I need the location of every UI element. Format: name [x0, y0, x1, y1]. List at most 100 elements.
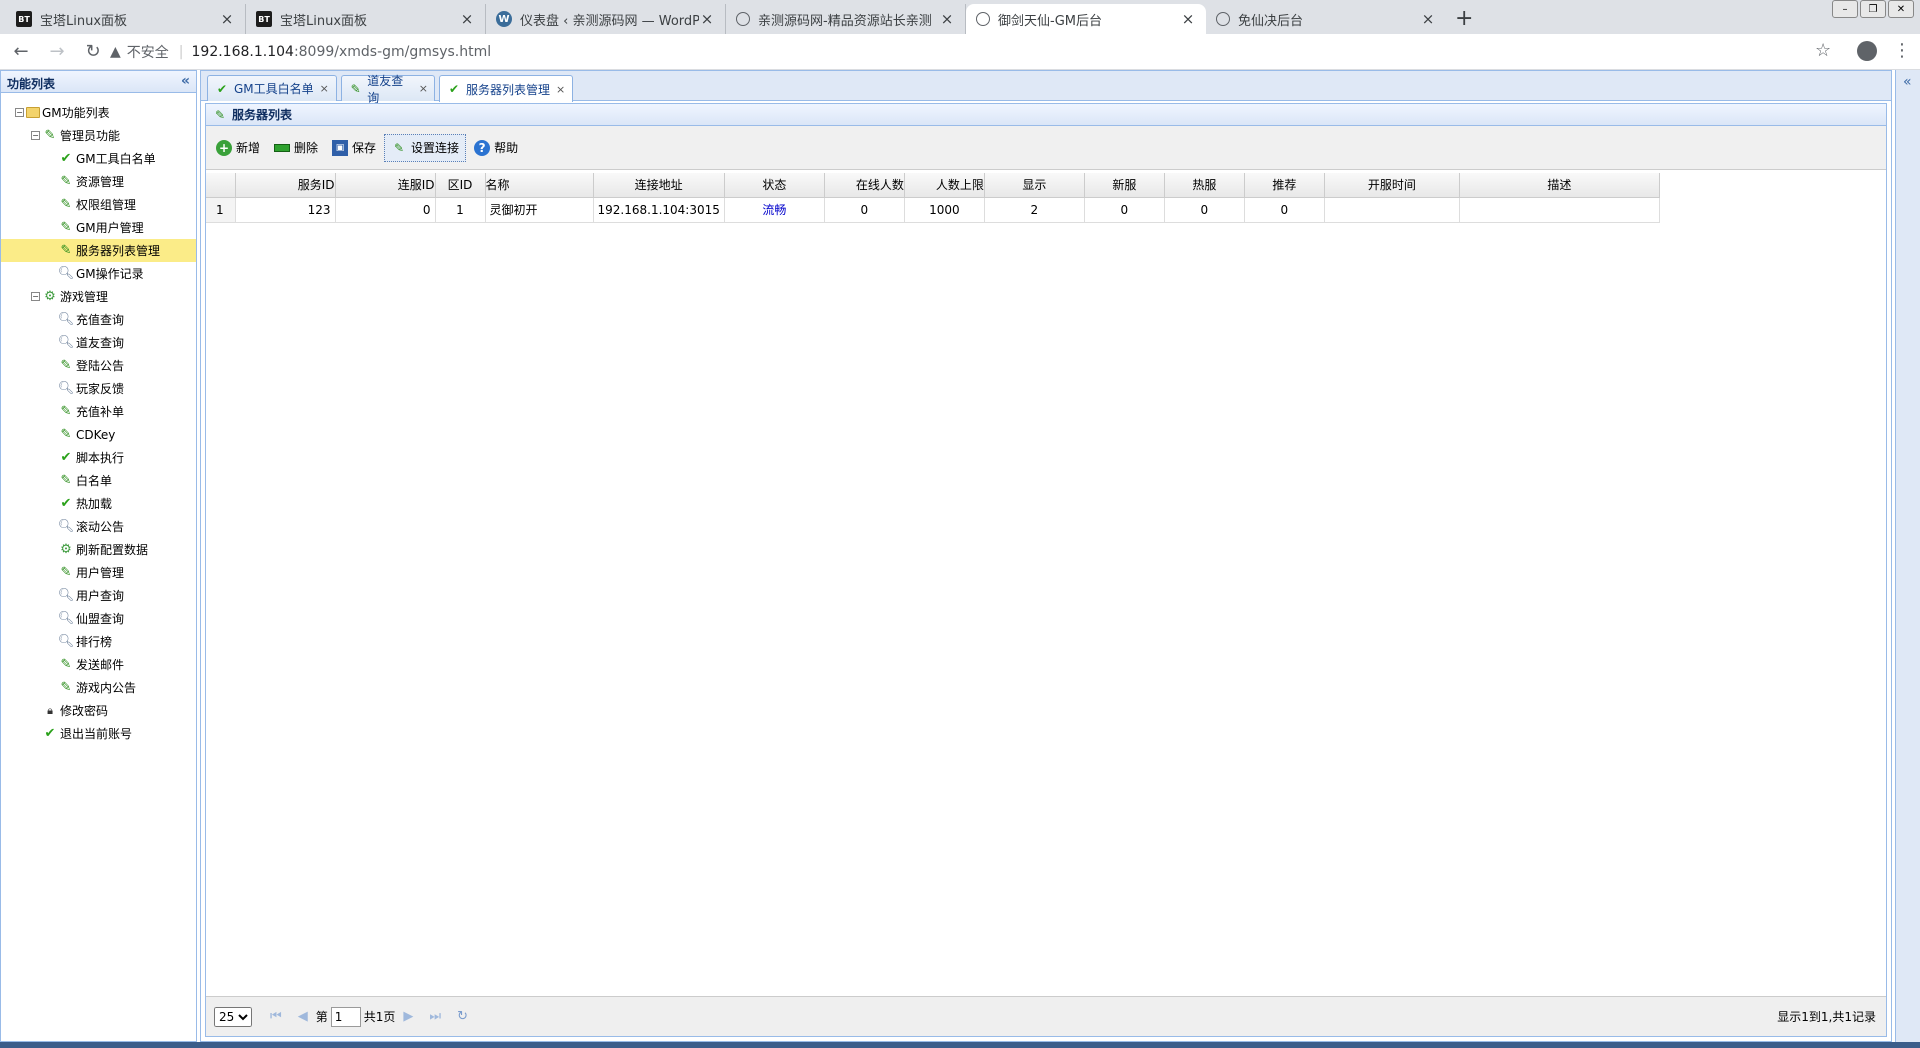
- close-tab-icon[interactable]: ×: [939, 10, 955, 28]
- table-cell[interactable]: [1324, 197, 1460, 223]
- new-tab-plus-icon[interactable]: +: [1455, 6, 1473, 31]
- table-cell[interactable]: 0: [1164, 197, 1245, 223]
- tab-friend-query[interactable]: ✎ 道友查询 ×: [341, 74, 435, 105]
- column-header[interactable]: 连服ID: [335, 173, 436, 198]
- close-tab-icon[interactable]: ×: [459, 10, 475, 28]
- column-header[interactable]: 推荐: [1244, 173, 1325, 198]
- tree-node[interactable]: ⚙ 刷新配置数据: [1, 538, 196, 561]
- close-tab-icon[interactable]: ×: [419, 82, 428, 95]
- table-cell[interactable]: 2: [984, 197, 1085, 223]
- tree-node[interactable]: − ⚙ 游戏管理: [1, 285, 196, 308]
- tree-node[interactable]: ✎ CDKey: [1, 423, 196, 446]
- tree-node[interactable]: ✎ 充值补单: [1, 400, 196, 423]
- collapse-left-icon[interactable]: «: [181, 73, 190, 89]
- browser-tab-3[interactable]: W 仪表盘 ‹ 亲测源码网 — WordPr ×: [486, 4, 726, 34]
- table-cell[interactable]: 流畅: [724, 197, 825, 223]
- column-header[interactable]: 状态: [724, 173, 825, 198]
- column-header[interactable]: 连接地址: [593, 173, 725, 198]
- collapse-toggle-icon[interactable]: −: [31, 292, 40, 301]
- refresh-icon[interactable]: ↻: [457, 1009, 468, 1024]
- column-header[interactable]: 新服: [1084, 173, 1165, 198]
- tree-node[interactable]: ✎ 白名单: [1, 469, 196, 492]
- tree-node[interactable]: ✔ 退出当前账号: [1, 722, 196, 745]
- tree-node[interactable]: ✎ 权限组管理: [1, 193, 196, 216]
- expand-left-icon[interactable]: «: [1903, 74, 1912, 90]
- column-header[interactable]: 人数上限: [904, 173, 985, 198]
- table-cell[interactable]: [1459, 197, 1660, 223]
- column-header[interactable]: 在线人数: [824, 173, 905, 198]
- tree-node[interactable]: 🔍︎ 玩家反馈: [1, 377, 196, 400]
- tree-node[interactable]: − ✎ 管理员功能: [1, 124, 196, 147]
- collapse-toggle-icon[interactable]: −: [31, 131, 40, 140]
- column-header[interactable]: 热服: [1164, 173, 1245, 198]
- forward-arrow-icon[interactable]: →: [42, 41, 72, 62]
- table-cell[interactable]: 0: [1084, 197, 1165, 223]
- column-header[interactable]: 开服时间: [1324, 173, 1460, 198]
- tree-node[interactable]: ✔ GM工具白名单: [1, 147, 196, 170]
- close-tab-icon[interactable]: ×: [1420, 10, 1436, 28]
- first-page-icon[interactable]: ⏮: [270, 1009, 282, 1024]
- close-tab-icon[interactable]: ×: [1180, 10, 1196, 28]
- table-cell[interactable]: 192.168.1.104:3015: [593, 197, 725, 223]
- collapse-toggle-icon[interactable]: −: [15, 108, 24, 117]
- close-tab-icon[interactable]: ×: [699, 10, 715, 28]
- page-number-input[interactable]: 1: [330, 1006, 361, 1027]
- table-cell[interactable]: 0: [1244, 197, 1325, 223]
- restore-icon[interactable]: ❐: [1860, 0, 1886, 18]
- close-tab-icon[interactable]: ×: [219, 10, 235, 28]
- column-header[interactable]: 区ID: [435, 173, 486, 198]
- browser-tab-6[interactable]: 免仙决后台 ×: [1206, 4, 1446, 34]
- prev-page-icon[interactable]: ◀: [298, 1009, 308, 1024]
- warning-triangle-icon[interactable]: ▲: [110, 44, 121, 60]
- tree-node[interactable]: 🔍︎ 仙盟查询: [1, 607, 196, 630]
- tree-node[interactable]: ✎ 游戏内公告: [1, 676, 196, 699]
- account-avatar-icon[interactable]: [1857, 41, 1877, 61]
- next-page-icon[interactable]: ▶: [403, 1009, 413, 1024]
- table-cell[interactable]: 灵御初开: [485, 197, 594, 223]
- add-button[interactable]: + 新增: [210, 134, 266, 162]
- column-header[interactable]: 描述: [1459, 173, 1660, 198]
- browser-tab-5-active[interactable]: 御剑天仙-GM后台 ×: [966, 4, 1206, 34]
- column-header[interactable]: 服务ID: [235, 173, 336, 198]
- browser-menu-icon[interactable]: ⋮: [1893, 40, 1911, 61]
- browser-tab-4[interactable]: 亲测源码网-精品资源站长亲测 ×: [726, 4, 966, 34]
- delete-button[interactable]: 删除: [268, 134, 324, 162]
- table-cell[interactable]: 0: [335, 197, 436, 223]
- last-page-icon[interactable]: ⏭: [429, 1009, 441, 1024]
- reload-icon[interactable]: ↻: [78, 41, 108, 62]
- tree-node[interactable]: 🔍︎ 用户查询: [1, 584, 196, 607]
- tree-node[interactable]: 🔒︎ 修改密码: [1, 699, 196, 722]
- browser-tab-1[interactable]: BT 宝塔Linux面板 ×: [6, 4, 246, 34]
- tree-node[interactable]: ✎ 用户管理: [1, 561, 196, 584]
- tree-node[interactable]: ✎ 发送邮件: [1, 653, 196, 676]
- set-connection-button[interactable]: ✎ 设置连接: [384, 133, 467, 162]
- tree-node[interactable]: ✎ 服务器列表管理: [1, 239, 196, 262]
- tree-node[interactable]: 🔍︎ 充值查询: [1, 308, 196, 331]
- address-bar[interactable]: ▲ 不安全 | 192.168.1.104:8099/xmds-gm/gmsys…: [110, 38, 1840, 66]
- table-cell[interactable]: 1000: [904, 197, 985, 223]
- bookmark-star-icon[interactable]: ☆: [1815, 40, 1831, 61]
- tree-node[interactable]: − GM功能列表: [1, 101, 196, 124]
- page-size-select[interactable]: 25: [214, 1006, 252, 1027]
- back-arrow-icon[interactable]: ←: [6, 41, 36, 62]
- table-cell[interactable]: 1: [435, 197, 486, 223]
- table-row[interactable]: 1 123 0 1 灵御初开 192.168.1.104:3015 流畅 0 1000 2 0 0 0: [206, 197, 1660, 223]
- close-window-icon[interactable]: ✕: [1888, 0, 1914, 18]
- save-button[interactable]: ▣ 保存: [326, 134, 382, 162]
- tree-node[interactable]: ✔ 脚本执行: [1, 446, 196, 469]
- close-tab-icon[interactable]: ×: [556, 83, 565, 96]
- tree-node[interactable]: ✎ GM用户管理: [1, 216, 196, 239]
- tab-gm-whitelist[interactable]: ✔ GM工具白名单 ×: [207, 75, 337, 101]
- minimize-icon[interactable]: –: [1832, 0, 1858, 18]
- tree-node[interactable]: ✎ 资源管理: [1, 170, 196, 193]
- table-cell[interactable]: 0: [824, 197, 905, 223]
- column-header[interactable]: 名称: [485, 173, 594, 198]
- tree-node[interactable]: 🔍︎ 道友查询: [1, 331, 196, 354]
- tree-node[interactable]: ✎ 登陆公告: [1, 354, 196, 377]
- tree-node[interactable]: ✔ 热加载: [1, 492, 196, 515]
- help-button[interactable]: ? 帮助: [468, 134, 524, 162]
- tree-node[interactable]: 🔍︎ 滚动公告: [1, 515, 196, 538]
- tree-node[interactable]: 🔍︎ 排行榜: [1, 630, 196, 653]
- browser-tab-2[interactable]: BT 宝塔Linux面板 ×: [246, 4, 486, 34]
- close-tab-icon[interactable]: ×: [320, 82, 329, 95]
